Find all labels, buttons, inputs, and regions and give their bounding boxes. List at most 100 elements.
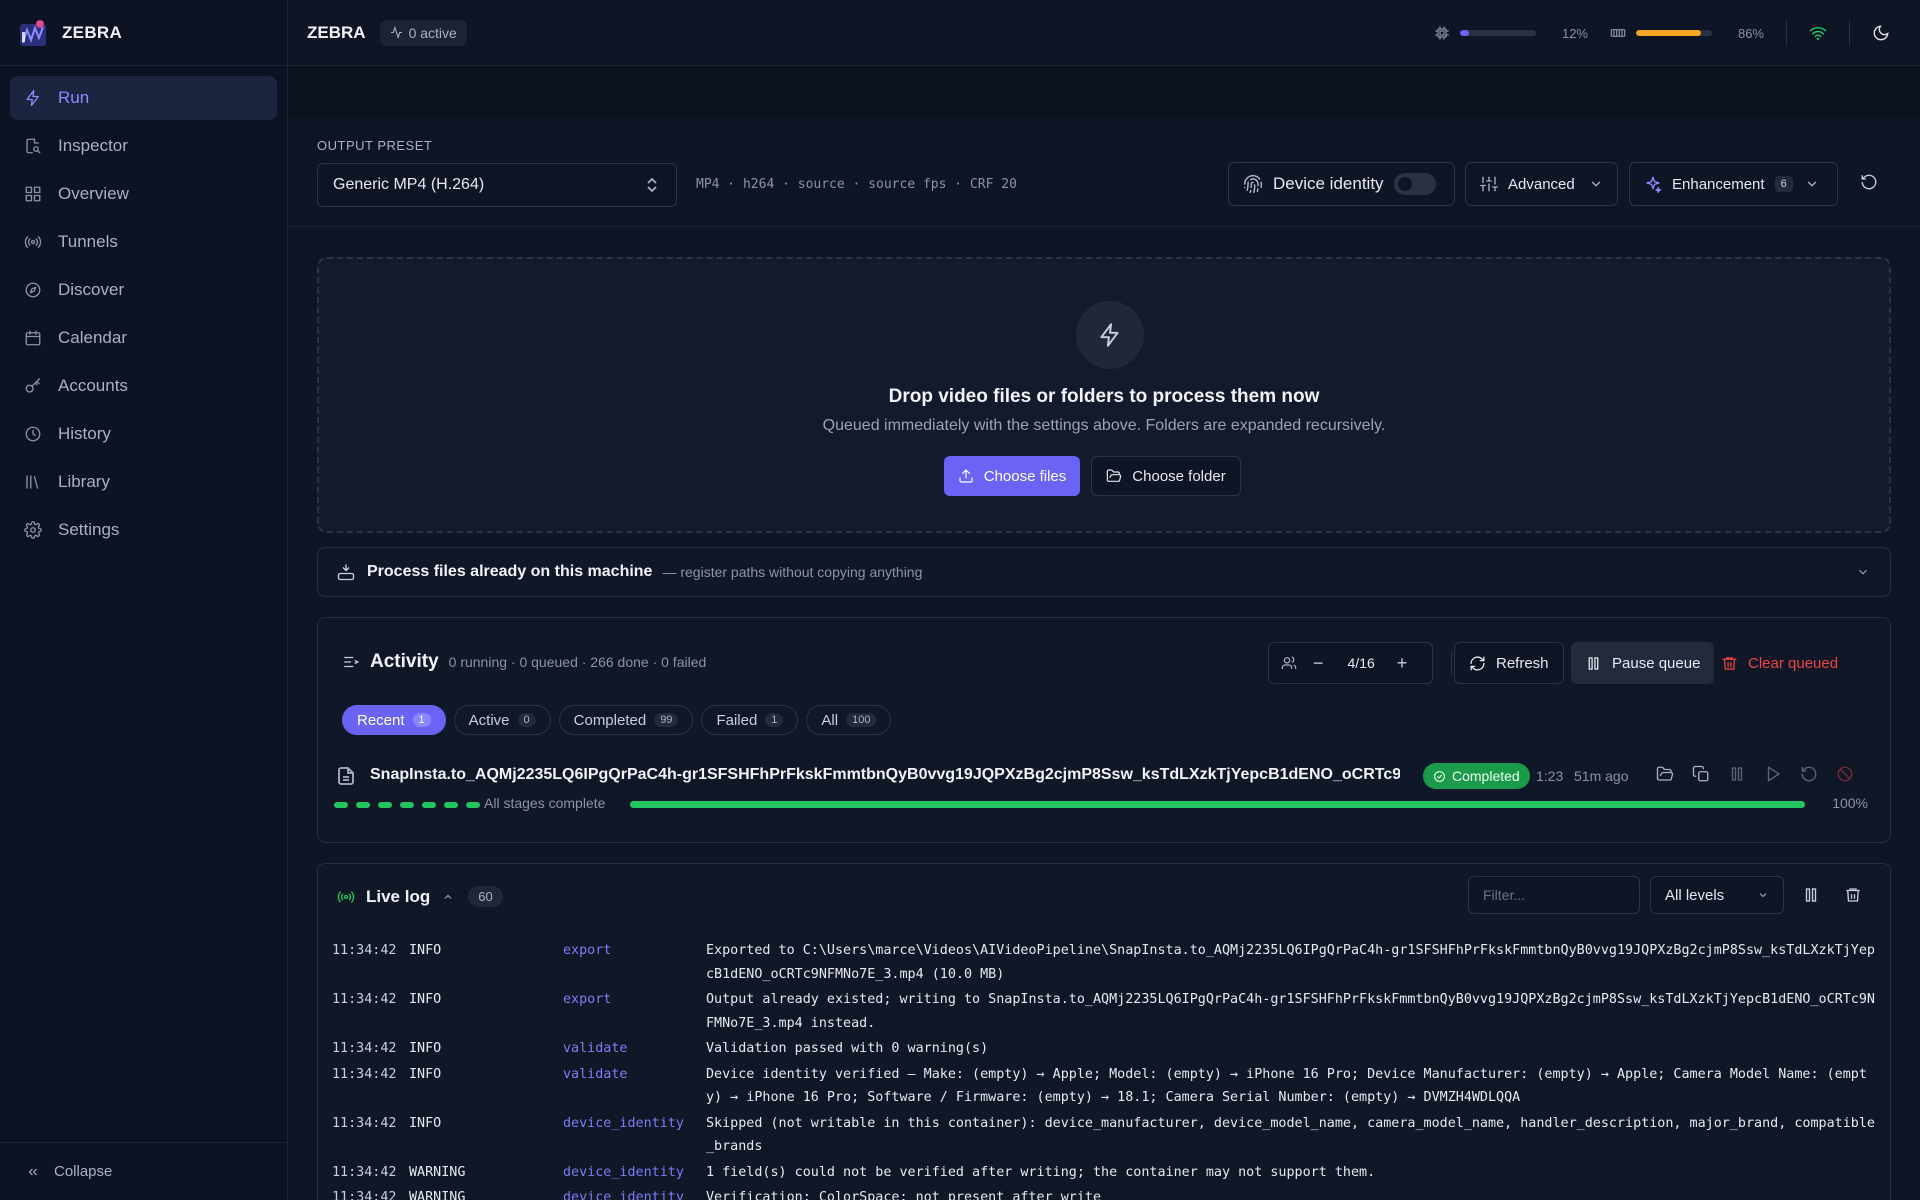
log-time: 11:34:42: [332, 1164, 397, 1180]
live-log-count: 60: [468, 886, 503, 907]
log-level: INFO: [409, 1066, 442, 1082]
log-filter-input[interactable]: [1468, 876, 1640, 914]
sidebar-item-accounts[interactable]: Accounts: [10, 364, 277, 408]
brand-name: ZEBRA: [62, 22, 123, 42]
log-time: 11:34:42: [332, 992, 397, 1007]
stage-indicator: [422, 802, 436, 808]
log-level: WARNING: [409, 1190, 466, 1200]
compass-icon: [25, 282, 41, 298]
concurrency-value: 4/16: [1347, 655, 1375, 671]
tab-active[interactable]: Active 0: [453, 705, 551, 735]
sidebar-item-settings[interactable]: Settings: [10, 508, 277, 552]
wifi-icon[interactable]: [1809, 24, 1827, 42]
pause-icon[interactable]: [1728, 765, 1746, 783]
log-level-select[interactable]: All levels: [1650, 876, 1784, 914]
decrement-button[interactable]: −: [1313, 653, 1324, 674]
collapse-button[interactable]: Collapse: [0, 1142, 287, 1200]
tab-count: 0: [517, 713, 536, 727]
log-level: INFO: [409, 1041, 442, 1056]
sidebar-item-discover[interactable]: Discover: [10, 268, 277, 312]
log-message: Skipped (not writable in this container)…: [706, 1115, 1875, 1155]
sidebar-item-library[interactable]: Library: [10, 460, 277, 504]
tab-all[interactable]: All 100: [806, 705, 892, 735]
log-level: INFO: [409, 1115, 442, 1131]
process-local-files-row[interactable]: Process files already on this machine — …: [317, 547, 1891, 597]
choose-files-button[interactable]: Choose files: [944, 456, 1080, 496]
drop-zone[interactable]: Drop video files or folders to process t…: [317, 257, 1891, 533]
active-jobs-badge: 0 active: [379, 19, 467, 46]
log-time: 11:34:42: [332, 1190, 397, 1200]
log-source: device_identity: [563, 1115, 684, 1131]
concurrency-stepper[interactable]: − 4/16 +: [1268, 642, 1433, 684]
log-line: 11:34:42 INFO validate Device identity v…: [332, 1063, 1877, 1110]
tab-failed[interactable]: Failed 1: [701, 705, 799, 735]
sidebar-item-history[interactable]: History: [10, 412, 277, 456]
sidebar-item-label: Settings: [58, 520, 120, 539]
stage-indicator: [400, 802, 414, 808]
log-level-value: All levels: [1665, 886, 1725, 904]
preset-summary: MP4 · h264 · source · source fps · CRF 2…: [696, 177, 1017, 192]
log-source: validate: [563, 1041, 628, 1056]
sidebar-item-calendar[interactable]: Calendar: [10, 316, 277, 360]
sidebar-item-tunnels[interactable]: Tunnels: [10, 220, 277, 264]
folder-open-icon[interactable]: [1656, 765, 1674, 783]
preset-select[interactable]: Generic MP4 (H.264): [317, 163, 677, 207]
activity-header: Activity 0 running · 0 queued · 266 done…: [342, 651, 706, 673]
sidebar-item-inspector[interactable]: Inspector: [10, 124, 277, 168]
log-line: 11:34:42 WARNING device_identity Verific…: [332, 1186, 1877, 1200]
tab-count: 1: [412, 713, 431, 727]
memory-meter: 86%: [1610, 25, 1764, 41]
pause-log-button[interactable]: [1802, 886, 1820, 908]
preset-value: Generic MP4 (H.264): [333, 176, 485, 193]
cpu-meter: 12%: [1434, 25, 1588, 41]
refresh-button[interactable]: Refresh: [1454, 642, 1564, 684]
moon-icon[interactable]: [1872, 24, 1890, 42]
increment-button[interactable]: +: [1397, 653, 1408, 674]
device-identity-toggle[interactable]: Device identity: [1228, 162, 1455, 206]
activity-icon: [390, 26, 402, 39]
device-identity-switch[interactable]: [1393, 173, 1436, 195]
choose-folder-button[interactable]: Choose folder: [1091, 456, 1241, 496]
rotate-ccw-icon[interactable]: [1800, 765, 1818, 783]
clear-queued-button[interactable]: Clear queued: [1707, 642, 1852, 684]
tab-recent[interactable]: Recent 1: [342, 705, 446, 735]
sidebar-item-label: Library: [58, 472, 110, 491]
reset-preset-button[interactable]: [1860, 173, 1878, 195]
tab-completed[interactable]: Completed 99: [558, 705, 694, 735]
drop-zone-badge: [1076, 301, 1144, 369]
play-icon[interactable]: [1764, 765, 1782, 783]
log-line: 11:34:42 INFO device_identity Skipped (n…: [332, 1112, 1877, 1159]
chevron-down-icon: [1807, 181, 1816, 187]
status-label: Completed: [1452, 768, 1520, 784]
sidebar-item-overview[interactable]: Overview: [10, 172, 277, 216]
list-icon: [344, 656, 360, 668]
tab-label: Failed: [716, 711, 758, 729]
memory-icon: [1610, 29, 1626, 37]
tab-count: 99: [654, 713, 679, 727]
advanced-dropdown[interactable]: Advanced: [1465, 162, 1618, 206]
clear-log-button[interactable]: [1844, 886, 1862, 908]
log-line: 11:34:42 INFO export Output already exis…: [332, 988, 1877, 1035]
stage-indicator: [356, 802, 370, 808]
log-line: 11:34:42 INFO validate Validation passed…: [332, 1037, 1877, 1061]
enhancement-dropdown[interactable]: Enhancement 6: [1629, 162, 1838, 206]
sidebar-item-label: Inspector: [58, 136, 128, 155]
sidebar-item-label: Calendar: [58, 328, 127, 347]
sidebar-item-run[interactable]: Run: [10, 76, 277, 120]
stage-indicators: [334, 802, 480, 808]
brand[interactable]: ZEBRA: [0, 0, 287, 66]
activity-panel: Activity 0 running · 0 queued · 266 done…: [317, 617, 1891, 843]
file-search-icon: [26, 138, 41, 154]
upload-icon: [959, 469, 973, 483]
refresh-label: Refresh: [1496, 654, 1549, 672]
process-subtitle: — register paths without copying anythin…: [662, 564, 923, 580]
cancel-icon[interactable]: [1836, 765, 1854, 783]
activity-stats: 0 running · 0 queued · 266 done · 0 fail…: [448, 654, 707, 670]
key-icon: [25, 378, 41, 393]
copy-icon[interactable]: [1692, 765, 1710, 783]
live-log-header[interactable]: Live log 60: [336, 886, 503, 907]
chevrons-left-icon: [28, 1168, 37, 1175]
preset-row: OUTPUT PRESET Generic MP4 (H.264) MP4 · …: [288, 116, 1920, 227]
pause-queue-button[interactable]: Pause queue: [1571, 642, 1715, 684]
collapse-label: Collapse: [54, 1163, 113, 1180]
